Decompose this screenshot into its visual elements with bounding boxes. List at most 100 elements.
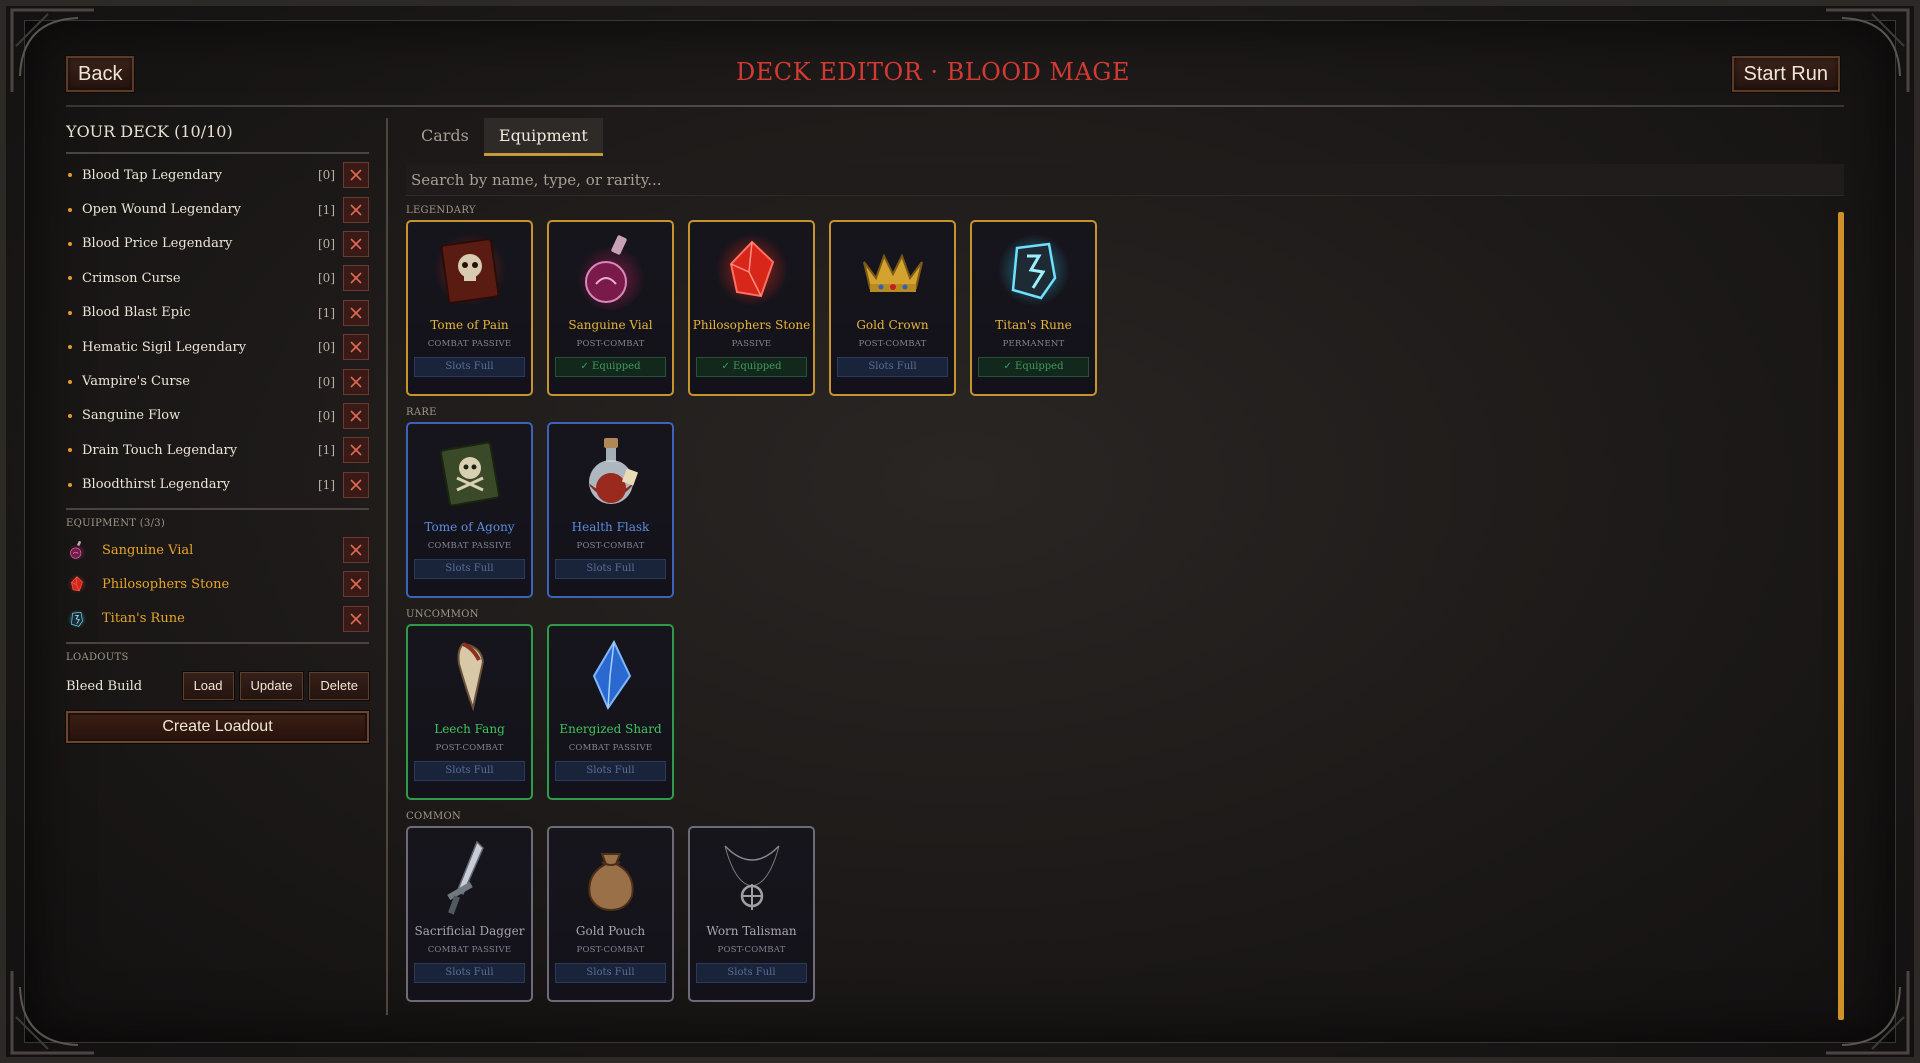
deck-item-name: Blood Price Legendary — [82, 236, 233, 252]
equipment-item-name: Titan's Rune — [102, 611, 185, 627]
red-crystal-icon — [715, 228, 789, 312]
divider — [66, 507, 369, 510]
close-icon — [348, 477, 364, 493]
deck-item-name: Sanguine Flow — [82, 408, 181, 424]
equipment-card[interactable]: Energized Shard COMBAT PASSIVE Slots Full — [547, 624, 674, 800]
remove-button[interactable] — [343, 265, 369, 292]
bullet — [68, 310, 72, 315]
divider — [66, 642, 369, 645]
bullet — [68, 241, 72, 246]
load-button[interactable]: Load — [182, 672, 234, 701]
close-icon — [348, 611, 364, 627]
equipment-card[interactable]: Sacrificial Dagger COMBAT PASSIVE Slots Fu… — [406, 826, 533, 1002]
equipment-card[interactable]: Philosophers Stone PASSIVE ✓ Equipped — [688, 220, 815, 396]
potion-icon — [66, 539, 88, 561]
corner-ornament-icon — [8, 967, 98, 1057]
search-input[interactable] — [406, 164, 1844, 196]
remove-button[interactable] — [343, 230, 369, 257]
card-status: Slots Full — [414, 559, 525, 579]
card-type: PERMANENT — [1002, 339, 1065, 349]
close-icon — [348, 270, 364, 286]
deck-item: Hematic Sigil Legendary [0] — [66, 330, 369, 364]
card-status[interactable]: ✓ Equipped — [696, 357, 807, 377]
remove-button[interactable] — [343, 368, 369, 395]
equipment-card[interactable]: Sanguine Vial POST-COMBAT ✓ Equipped — [547, 220, 674, 396]
deck-item: Crimson Curse [0] — [66, 261, 369, 295]
card-type: POST-COMBAT — [576, 945, 645, 955]
equipment-card[interactable]: Tome of Pain COMBAT PASSIVE Slots Full — [406, 220, 533, 396]
card-status: Slots Full — [414, 761, 525, 781]
card-name: Philosophers Stone — [692, 318, 811, 332]
create-loadout-button[interactable]: Create Loadout — [66, 711, 369, 744]
remove-button[interactable] — [343, 299, 369, 326]
deck-item: Vampire's Curse [0] — [66, 364, 369, 398]
card-type: COMBAT PASSIVE — [427, 945, 512, 955]
loadouts-title: LOADOUTS — [66, 652, 129, 664]
deck-item-name: Blood Blast Epic — [82, 305, 191, 321]
divider — [66, 152, 369, 154]
equipment-card[interactable]: Leech Fang POST-COMBAT Slots Full — [406, 624, 533, 800]
remove-button[interactable] — [343, 196, 369, 223]
remove-button[interactable] — [343, 162, 369, 189]
bullet — [68, 345, 72, 350]
close-icon — [348, 542, 364, 558]
deck-item-count: [1] — [318, 202, 335, 217]
crown-icon — [856, 228, 930, 312]
card-row: Tome of Agony COMBAT PASSIVE Slots Full Hea… — [406, 422, 1844, 602]
unequip-button[interactable] — [343, 571, 369, 598]
equipment-card[interactable]: Gold Crown POST-COMBAT Slots Full — [829, 220, 956, 396]
card-status[interactable]: ✓ Equipped — [555, 357, 666, 377]
equipment-card[interactable]: Gold Pouch POST-COMBAT Slots Full — [547, 826, 674, 1002]
rune-icon — [66, 608, 88, 630]
deck-title: YOUR DECK (10/10) — [66, 122, 233, 141]
remove-button[interactable] — [343, 402, 369, 429]
green-tome-icon — [433, 430, 507, 514]
tab-cards[interactable]: Cards — [406, 118, 484, 156]
bullet — [68, 448, 72, 453]
panel-divider — [386, 118, 388, 1015]
rarity-label: LEGENDARY — [406, 205, 476, 216]
card-type: POST-COMBAT — [576, 339, 645, 349]
card-status[interactable]: ✓ Equipped — [978, 357, 1089, 377]
remove-button[interactable] — [343, 471, 369, 498]
delete-button[interactable]: Delete — [309, 672, 369, 701]
card-status: Slots Full — [837, 357, 948, 377]
card-name: Leech Fang — [434, 722, 505, 736]
flask-icon — [574, 430, 648, 514]
equipment-card[interactable]: Health Flask POST-COMBAT Slots Full — [547, 422, 674, 598]
unequip-button[interactable] — [343, 537, 369, 564]
deck-item-count: [1] — [318, 305, 335, 320]
card-status: Slots Full — [696, 963, 807, 983]
start-run-button[interactable]: Start Run — [1731, 56, 1840, 92]
card-type: POST-COMBAT — [435, 743, 504, 753]
deck-item-count: [0] — [318, 168, 335, 183]
deck-item-count: [0] — [318, 374, 335, 389]
deck-item-name: Open Wound Legendary — [82, 202, 242, 218]
deck-item-count: [0] — [318, 408, 335, 423]
equipment-card[interactable]: Worn Talisman POST-COMBAT Slots Full — [688, 826, 815, 1002]
bullet — [68, 276, 72, 281]
scrollbar[interactable] — [1838, 212, 1844, 1020]
close-icon — [348, 576, 364, 592]
equipment-card[interactable]: Tome of Agony COMBAT PASSIVE Slots Full — [406, 422, 533, 598]
talisman-icon — [715, 834, 789, 918]
deck-item-count: [1] — [318, 443, 335, 458]
card-name: Titan's Rune — [995, 318, 1072, 332]
card-type: COMBAT PASSIVE — [568, 743, 653, 753]
equipment-item: Titan's Rune — [66, 602, 369, 636]
deck-item-count: [0] — [318, 236, 335, 251]
unequip-button[interactable] — [343, 605, 369, 632]
deck-item: Open Wound Legendary [1] — [66, 192, 369, 226]
card-type: COMBAT PASSIVE — [427, 541, 512, 551]
card-row: Tome of Pain COMBAT PASSIVE Slots Full Sang… — [406, 220, 1844, 400]
collection-panel: Cards Equipment LEGENDARY Tome of Pain COM… — [406, 118, 1844, 1020]
potion-icon — [574, 228, 648, 312]
card-type: POST-COMBAT — [717, 945, 786, 955]
equipment-card[interactable]: Titan's Rune PERMANENT ✓ Equipped — [970, 220, 1097, 396]
tab-equipment[interactable]: Equipment — [483, 118, 603, 156]
remove-button[interactable] — [343, 334, 369, 361]
remove-button[interactable] — [343, 437, 369, 464]
blue-shard-icon — [574, 632, 648, 716]
rarity-label: UNCOMMON — [406, 609, 479, 620]
update-button[interactable]: Update — [239, 672, 304, 701]
